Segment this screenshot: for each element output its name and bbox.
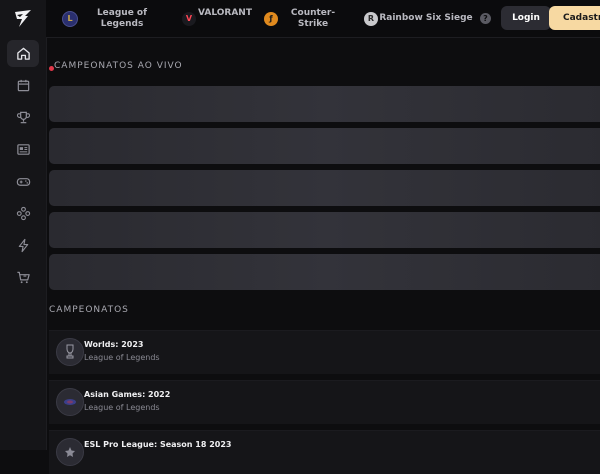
championship-game: League of Legends <box>84 403 160 412</box>
rainbow-six-siege-icon: R <box>364 11 378 26</box>
tab-label: VALORANT <box>198 8 252 18</box>
sidebar-item-puzzle[interactable] <box>7 200 39 227</box>
valorant-icon: V <box>182 11 196 26</box>
tab-label: Counter-Strike <box>290 7 336 29</box>
cart-icon <box>16 271 30 284</box>
tab-label: Rainbow Six Siege <box>379 13 473 23</box>
top-navigation: L League of Legends V VALORANT ƒ Counter… <box>46 0 600 38</box>
tab-rainbow-six-siege[interactable]: R Rainbow Six Siege <box>364 0 474 37</box>
counter-strike-icon: ƒ <box>264 11 278 26</box>
championship-logo <box>56 438 84 466</box>
help-icon[interactable]: ? <box>480 13 491 24</box>
tab-counter-strike[interactable]: ƒ Counter-Strike <box>264 0 348 37</box>
calendar-icon <box>17 79 29 92</box>
trophy-icon <box>16 111 30 124</box>
championship-logo <box>56 388 84 416</box>
championship-card[interactable]: Asian Games: 2022 League of Legends <box>49 380 600 424</box>
signup-button[interactable]: Cadastro <box>549 6 600 30</box>
sidebar-item-cart[interactable] <box>7 264 39 291</box>
live-card-placeholder <box>49 254 600 290</box>
league-of-legends-icon: L <box>62 10 78 27</box>
live-card-placeholder <box>49 86 600 122</box>
sidebar-item-calendar[interactable] <box>7 72 39 99</box>
championship-card[interactable]: Worlds: 2023 League of Legends <box>49 330 600 374</box>
live-card-placeholder <box>49 212 600 248</box>
news-icon <box>16 144 30 155</box>
sidebar-item-trophy[interactable] <box>7 104 39 131</box>
esl-logo-icon <box>65 447 75 457</box>
live-card-placeholder <box>49 128 600 164</box>
championship-logo <box>56 338 84 366</box>
championship-card[interactable]: ESL Pro League: Season 18 2023 <box>49 430 600 474</box>
sidebar <box>0 0 47 450</box>
sidebar-item-lightning[interactable] <box>7 232 39 259</box>
live-section-title: CAMPEONATOS AO VIVO <box>54 61 183 71</box>
gamepad-icon <box>16 178 30 186</box>
asian-games-logo-icon <box>64 399 76 405</box>
tab-league-of-legends[interactable]: L League of Legends <box>62 0 166 37</box>
sidebar-item-games[interactable] <box>7 168 39 195</box>
championship-game: League of Legends <box>84 353 160 362</box>
sidebar-item-news[interactable] <box>7 136 39 163</box>
tab-label: League of Legends <box>96 7 148 29</box>
championship-name: ESL Pro League: Season 18 2023 <box>84 440 232 449</box>
championships-section-title: CAMPEONATOS <box>49 305 129 315</box>
sidebar-item-home[interactable] <box>7 40 39 67</box>
championship-name: Asian Games: 2022 <box>84 390 171 399</box>
brand-logo-icon[interactable] <box>11 6 35 30</box>
lightning-icon <box>18 238 28 253</box>
worlds-trophy-icon <box>66 344 74 359</box>
live-card-placeholder <box>49 170 600 206</box>
tab-valorant[interactable]: V VALORANT <box>182 0 254 37</box>
login-button[interactable]: Login <box>501 6 551 30</box>
championship-name: Worlds: 2023 <box>84 340 144 349</box>
home-icon <box>16 47 30 60</box>
puzzle-icon <box>16 206 30 221</box>
